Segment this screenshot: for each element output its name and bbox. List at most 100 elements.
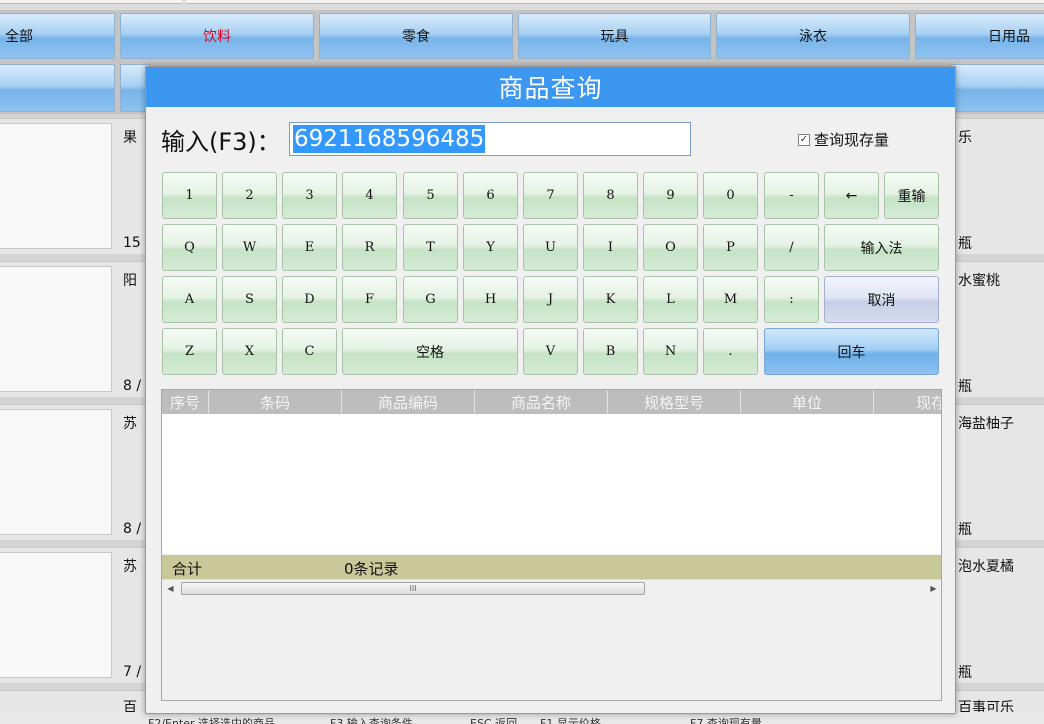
key-j[interactable]: J bbox=[523, 276, 578, 323]
product-image[interactable] bbox=[0, 266, 112, 392]
product-image[interactable] bbox=[0, 552, 112, 678]
column-header-name[interactable]: 商品名称 bbox=[475, 390, 608, 414]
key-reset[interactable]: 重输 bbox=[884, 172, 939, 219]
scroll-left-icon[interactable]: ◀ bbox=[162, 580, 179, 597]
grid-body[interactable] bbox=[162, 414, 941, 554]
product-unit: 瓶 bbox=[958, 236, 972, 252]
input-label: 输入(F3)： bbox=[161, 128, 281, 156]
key-t[interactable]: T bbox=[403, 224, 458, 271]
key-9[interactable]: 9 bbox=[643, 172, 698, 219]
dialog-title: 商品查询 bbox=[146, 67, 955, 107]
key-z[interactable]: Z bbox=[162, 328, 217, 375]
product-name: 泡水夏橘 bbox=[958, 559, 1014, 575]
key-g[interactable]: G bbox=[403, 276, 458, 323]
grid-total-row: 合计 0条记录 bbox=[162, 555, 941, 579]
product-unit: 瓶 bbox=[958, 522, 972, 538]
key-h[interactable]: H bbox=[463, 276, 518, 323]
scroll-right-icon[interactable]: ▶ bbox=[925, 580, 941, 597]
key-2[interactable]: 2 bbox=[222, 172, 277, 219]
column-header-stock[interactable]: 现存 bbox=[874, 390, 941, 414]
category-swimwear[interactable]: 泳衣 bbox=[716, 13, 910, 59]
product-stock: 8 / bbox=[123, 378, 142, 394]
subcategory-button[interactable] bbox=[0, 64, 115, 112]
column-header-index[interactable]: 序号 bbox=[162, 390, 209, 414]
results-grid: 序号 条码 商品编码 商品名称 规格型号 单位 现存 合计 0条记录 ◀ III… bbox=[161, 389, 942, 701]
key-6[interactable]: 6 bbox=[463, 172, 518, 219]
key-0[interactable]: 0 bbox=[703, 172, 758, 219]
key-v[interactable]: V bbox=[523, 328, 578, 375]
key-x[interactable]: X bbox=[222, 328, 277, 375]
product-unit: 瓶 bbox=[958, 665, 972, 681]
column-header-unit[interactable]: 单位 bbox=[741, 390, 874, 414]
product-unit: 瓶 bbox=[958, 379, 972, 395]
key-r[interactable]: R bbox=[342, 224, 397, 271]
key-space[interactable]: 空格 bbox=[342, 328, 518, 375]
input-value: 6921168596485 bbox=[293, 125, 486, 153]
backspace-key[interactable]: ← bbox=[824, 172, 879, 219]
key-3[interactable]: 3 bbox=[282, 172, 337, 219]
key-i[interactable]: I bbox=[583, 224, 638, 271]
key-p[interactable]: P bbox=[703, 224, 758, 271]
top-strip bbox=[0, 0, 1044, 10]
product-name: 苏 bbox=[123, 559, 137, 575]
product-name: 果 bbox=[123, 130, 137, 146]
category-toys[interactable]: 玩具 bbox=[518, 13, 711, 59]
key-slash[interactable]: / bbox=[764, 224, 819, 271]
shortcut-hint: F3 输入查询条件 bbox=[330, 717, 413, 724]
key-4[interactable]: 4 bbox=[342, 172, 397, 219]
key-1[interactable]: 1 bbox=[162, 172, 217, 219]
cancel-button[interactable]: 取消 bbox=[824, 276, 939, 323]
key-n[interactable]: N bbox=[643, 328, 698, 375]
product-name: 苏 bbox=[123, 416, 137, 432]
grid-header: 序号 条码 商品编码 商品名称 规格型号 单位 现存 bbox=[162, 390, 941, 414]
enter-button[interactable]: 回车 bbox=[764, 328, 939, 375]
stock-query-checkbox[interactable]: ✓ 查询现存量 bbox=[798, 129, 889, 150]
column-header-code[interactable]: 商品编码 bbox=[342, 390, 475, 414]
key-k[interactable]: K bbox=[583, 276, 638, 323]
key-c[interactable]: C bbox=[282, 328, 337, 375]
key-y[interactable]: Y bbox=[463, 224, 518, 271]
key-a[interactable]: A bbox=[162, 276, 217, 323]
key-input-method[interactable]: 输入法 bbox=[824, 224, 939, 271]
key-d[interactable]: D bbox=[282, 276, 337, 323]
key-u[interactable]: U bbox=[523, 224, 578, 271]
key-s[interactable]: S bbox=[222, 276, 277, 323]
category-bar: 全部 饮料 零食 玩具 泳衣 日用品 bbox=[0, 10, 1044, 62]
product-name: 阳 bbox=[123, 273, 137, 289]
key-q[interactable]: Q bbox=[162, 224, 217, 271]
category-daily[interactable]: 日用品 bbox=[915, 13, 1044, 59]
key-l[interactable]: L bbox=[643, 276, 698, 323]
shortcut-hint: F2/Enter 选择选中的商品 bbox=[148, 717, 276, 724]
key-m[interactable]: M bbox=[703, 276, 758, 323]
checkbox-label: 查询现存量 bbox=[814, 131, 890, 149]
subcategory-button[interactable] bbox=[950, 64, 1044, 112]
key-e[interactable]: E bbox=[282, 224, 337, 271]
column-header-barcode[interactable]: 条码 bbox=[209, 390, 342, 414]
top-tab bbox=[186, 0, 1044, 4]
key-f[interactable]: F bbox=[342, 276, 397, 323]
category-snacks[interactable]: 零食 bbox=[319, 13, 513, 59]
key-w[interactable]: W bbox=[222, 224, 277, 271]
category-all[interactable]: 全部 bbox=[0, 13, 115, 59]
scroll-thumb[interactable]: III bbox=[181, 582, 645, 595]
product-image[interactable] bbox=[0, 409, 112, 535]
key-b[interactable]: B bbox=[583, 328, 638, 375]
horizontal-scrollbar[interactable]: ◀ III ▶ bbox=[162, 579, 941, 597]
key-minus[interactable]: - bbox=[764, 172, 819, 219]
column-header-spec[interactable]: 规格型号 bbox=[608, 390, 741, 414]
key-7[interactable]: 7 bbox=[523, 172, 578, 219]
shortcut-hint: ESC 返回 bbox=[470, 717, 518, 724]
key-colon[interactable]: : bbox=[764, 276, 819, 323]
product-image[interactable] bbox=[0, 123, 112, 249]
category-drinks[interactable]: 饮料 bbox=[120, 13, 314, 59]
product-name: 乐 bbox=[958, 130, 972, 146]
barcode-input[interactable]: 6921168596485 bbox=[289, 122, 691, 156]
key-5[interactable]: 5 bbox=[403, 172, 458, 219]
product-name: 水蜜桃 bbox=[958, 273, 1000, 289]
key-o[interactable]: O bbox=[643, 224, 698, 271]
product-stock: 7 / bbox=[123, 664, 142, 680]
key-period[interactable]: . bbox=[703, 328, 758, 375]
key-8[interactable]: 8 bbox=[583, 172, 638, 219]
checkbox-check-icon[interactable]: ✓ bbox=[798, 133, 810, 146]
product-name: 海盐柚子 bbox=[958, 416, 1014, 432]
